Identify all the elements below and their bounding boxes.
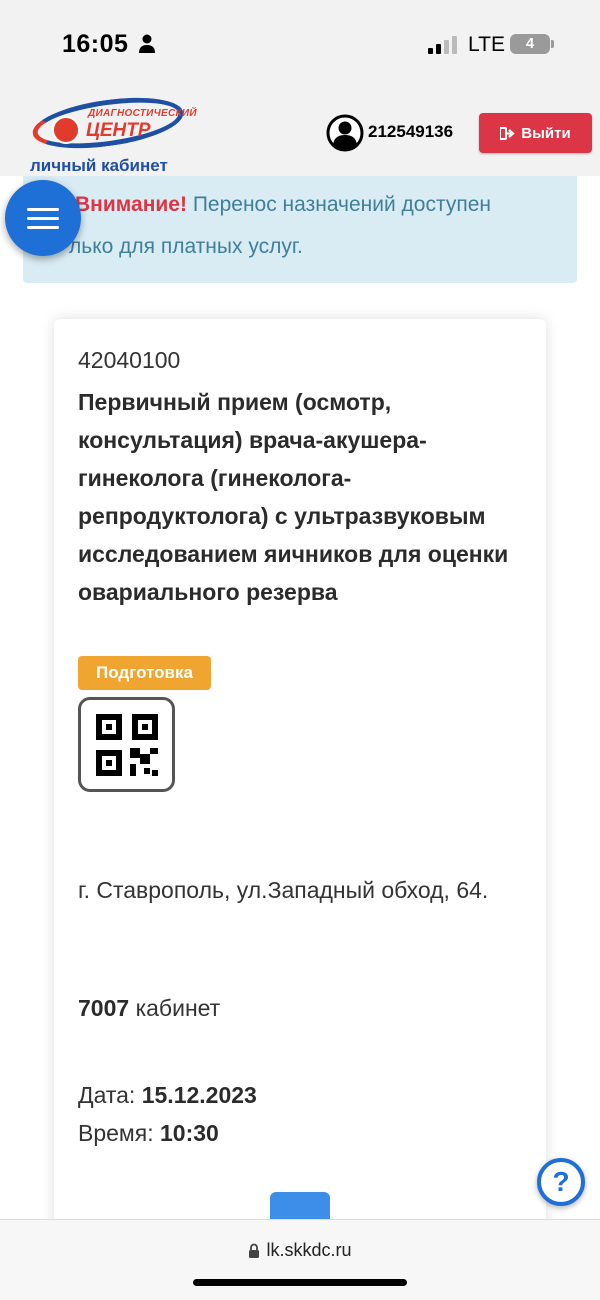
appointment-time: Время: 10:30 — [78, 1120, 219, 1147]
transfer-alert: Внимание! Перенос назначений доступен ль… — [23, 176, 577, 283]
signal-icon — [428, 36, 457, 54]
time-value: 10:30 — [159, 1120, 219, 1146]
battery-icon: 4 — [510, 34, 550, 54]
menu-button[interactable] — [5, 180, 81, 256]
qr-code-icon — [95, 713, 158, 776]
clinic-address: г. Ставрополь, ул.Западный обход, 64. — [78, 877, 489, 903]
network-type: LTE — [468, 33, 505, 56]
help-button[interactable]: ? — [537, 1158, 585, 1206]
battery-tip — [551, 40, 554, 48]
date-label: Дата: — [78, 1082, 136, 1108]
date-value: 15.12.2023 — [141, 1082, 257, 1108]
logout-button[interactable]: Выйти — [479, 113, 592, 153]
status-bar: 16:05 LTE 4 — [0, 0, 600, 90]
service-code: 42040100 — [78, 347, 181, 373]
cabinet-number: 7007 — [78, 995, 130, 1021]
hamburger-icon-bar — [27, 207, 59, 211]
person-icon — [139, 34, 155, 53]
logout-label: Выйти — [521, 124, 571, 142]
hamburger-icon-bar — [27, 216, 59, 220]
alert-strong: Внимание! — [75, 193, 187, 216]
hamburger-icon-bar — [27, 225, 59, 229]
user-id: 212549136 — [368, 122, 454, 141]
logo[interactable]: ДИАГНОСТИЧЕСКИЙ ЦЕНТР личный кабинет — [29, 89, 197, 175]
status-time: 16:05 — [62, 30, 129, 58]
lock-icon — [249, 1243, 260, 1258]
logo-big-text: ЦЕНТР — [86, 120, 151, 141]
cabinet-info: 7007 кабинет — [78, 995, 220, 1022]
alert-text-line2: лько для платных услуг. — [69, 235, 303, 258]
preparation-badge[interactable]: Подготовка — [78, 656, 211, 690]
logo-subtitle: личный кабинет — [30, 156, 168, 175]
cabinet-label: кабинет — [135, 995, 221, 1021]
url-text: lk.skkdc.ru — [266, 1240, 352, 1260]
home-indicator[interactable] — [193, 1279, 407, 1286]
url-field[interactable]: lk.skkdc.ru — [0, 1240, 600, 1261]
logo-emblem-icon — [52, 116, 80, 144]
alert-text-line1: Перенос назначений доступен — [192, 193, 491, 216]
logo-small-text: ДИАГНОСТИЧЕСКИЙ — [88, 108, 197, 119]
qr-code-button[interactable] — [78, 697, 175, 792]
time-label: Время: — [78, 1120, 154, 1146]
sign-out-icon — [500, 126, 515, 140]
service-name: Первичный прием (осмотр, консультация) в… — [78, 389, 509, 605]
user-circle-icon[interactable] — [326, 114, 364, 152]
appointment-date: Дата: 15.12.2023 — [78, 1082, 257, 1109]
